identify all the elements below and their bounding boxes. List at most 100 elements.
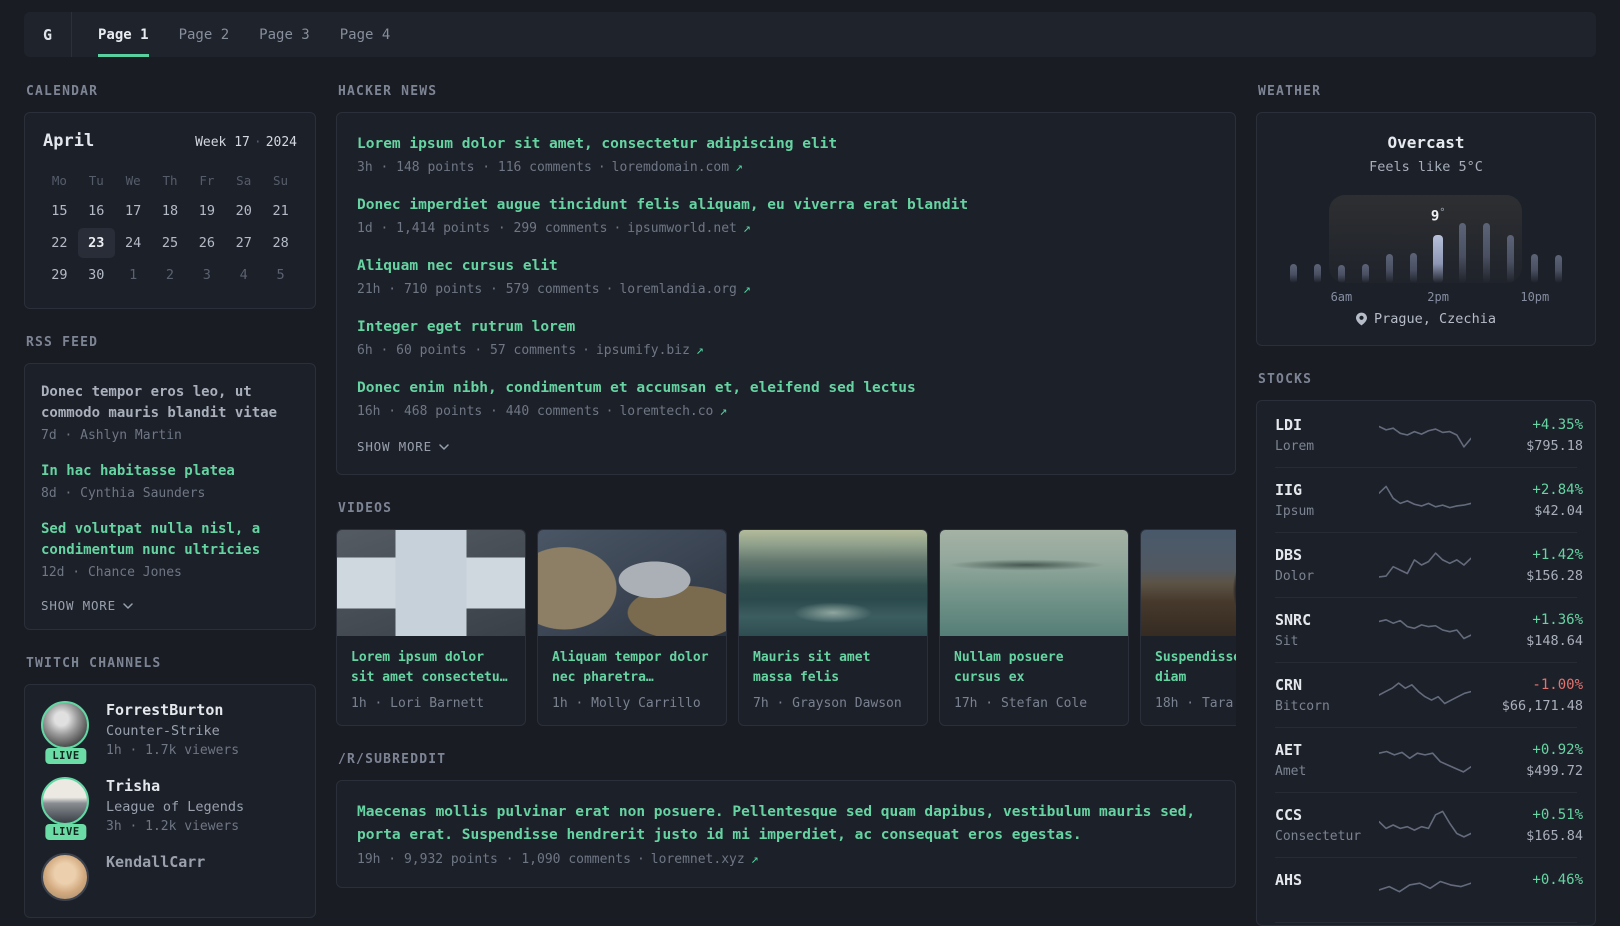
twitch-channel-viewers: 3h · 1.2k viewers [106,819,240,834]
stock-row[interactable]: DBS Dolor +1.42% $156.28 [1275,533,1583,598]
hackernews-item-meta: 6h · 60 points · 57 comments · ipsumify.… [357,343,1215,358]
weather-hour-column [1402,195,1426,283]
stock-change-percent: +2.84% [1532,481,1583,498]
avatar [41,853,89,901]
video-title[interactable]: Suspendisse posuere diam [1155,648,1236,688]
hackernews-item-domain[interactable]: ipsumworld.net [627,221,737,236]
nav-tab[interactable]: Page 3 [259,12,310,57]
video-title[interactable]: Aliquam tempor dolor nec pharetra… [552,648,712,688]
location-pin-icon [1356,312,1368,326]
stock-name: Bitcorn [1275,699,1330,714]
video-card[interactable]: Mauris sit amet massa felis 7h · Grayson… [738,529,928,726]
reddit-post-stats: 19h · 9,932 points · 1,090 comments [357,852,631,867]
hackernews-item-title[interactable]: Donec enim nibh, condimentum et accumsan… [357,377,1215,399]
stock-values: +1.36% $148.64 [1471,612,1583,649]
weather-temp-bar [1362,264,1370,283]
weather-temp-label: 9° [1430,207,1446,225]
reddit-post-title[interactable]: Maecenas mollis pulvinar erat non posuer… [357,801,1215,847]
stock-name: Sit [1275,634,1299,649]
hackernews-item-meta: 3h · 148 points · 116 comments · loremdo… [357,160,1215,175]
video-card[interactable]: Aliquam tempor dolor nec pharetra… 1h · … [537,529,727,726]
calendar-year: 2024 [265,135,297,150]
stock-price: $165.84 [1526,827,1583,844]
hackernews-item-title[interactable]: Aliquam nec cursus elit [357,255,1215,277]
stock-symbol: AET [1275,741,1303,759]
degree-symbol: ° [1439,207,1446,219]
weather-temp-bar [1289,264,1297,283]
separator-dot: · [636,852,645,867]
reddit-header: /R/SUBREDDIT [338,752,447,767]
hackernews-item: Aliquam nec cursus elit 21h · 710 points… [357,255,1215,297]
hackernews-item-domain[interactable]: loremdomain.com [612,160,729,175]
stock-row[interactable]: CCS Consectetur +0.51% $165.84 [1275,793,1583,858]
reddit-post-meta: 19h · 9,932 points · 1,090 comments · lo… [357,852,1215,867]
hackernews-widget: HACKER NEWS Lorem ipsum dolor sit amet, … [336,84,1236,475]
video-card[interactable]: Lorem ipsum dolor sit amet consectetu… 1… [336,529,526,726]
reddit-post-domain[interactable]: loremnet.xyz [651,852,745,867]
stock-name: Dolor [1275,569,1315,584]
stock-row[interactable]: CRN Bitcorn -1.00% $66,171.48 [1275,663,1583,728]
weather-widget: WEATHER Overcast Feels like 5°C 6am 9° 2… [1256,84,1596,346]
stock-sparkline-chart [1379,483,1471,517]
separator-dot: · [253,135,262,150]
twitch-channel-row[interactable]: LIVE KendallCarr [41,853,299,901]
external-link-icon: ↗ [750,852,759,867]
stock-row[interactable]: SNRC Sit +1.36% $148.64 [1275,598,1583,663]
stock-values: -1.00% $66,171.48 [1471,677,1583,714]
app-logo[interactable]: G [24,12,72,57]
stock-id: CCS Consectetur [1275,806,1379,844]
layout-columns: CALENDAR April Week 17 · 2024 Mo Tu We T… [24,84,1596,926]
stock-row[interactable]: LDI Lorem +4.35% $795.18 [1275,403,1583,468]
video-title[interactable]: Lorem ipsum dolor sit amet consectetu… [351,648,511,688]
video-card[interactable]: Nullam posuere cursus ex 17h · Stefan Co… [939,529,1129,726]
weather-temp-bar [1482,223,1490,283]
rss-item: Donec tempor eros leo, ut commodo mauris… [41,382,299,443]
nav-tab[interactable]: Page 2 [179,12,230,57]
twitch-channel-name[interactable]: KendallCarr [106,853,205,871]
rss-item-title[interactable]: Donec tempor eros leo, ut commodo mauris… [41,382,299,424]
stock-sparkline-chart [1379,678,1471,712]
rss-item: Sed volutpat nulla nisl, a condimentum n… [41,519,299,580]
external-link-icon: ↗ [695,343,704,358]
nav-tab[interactable]: Page 4 [340,12,391,57]
calendar-week: Week 17 [195,135,250,150]
stock-row[interactable]: AET Amet +0.92% $499.72 [1275,728,1583,793]
rss-item-title[interactable]: Sed volutpat nulla nisl, a condimentum n… [41,519,299,561]
hackernews-item-domain[interactable]: ipsumify.biz [596,343,690,358]
hackernews-item-title[interactable]: Lorem ipsum dolor sit amet, consectetur … [357,133,1215,155]
stock-change-percent: +1.42% [1532,546,1583,563]
calendar-header: CALENDAR [26,84,99,99]
video-card-body: Lorem ipsum dolor sit amet consectetu… 1… [337,636,525,725]
stock-symbol: CRN [1275,676,1303,694]
weather-temp-bar [1507,235,1515,283]
external-link-icon: ↗ [742,282,751,297]
hackernews-item-title[interactable]: Integer eget rutrum lorem [357,316,1215,338]
twitch-channel-info: ForrestBurton Counter-Strike 1h · 1.7k v… [106,701,239,758]
rss-show-more-button[interactable]: SHOW MORE [41,598,299,613]
top-nav: G Page 1 Page 2 Page 3 Page 4 [24,12,1596,57]
weather-hour-column: 6am [1329,195,1353,304]
rss-item-title[interactable]: In hac habitasse platea [41,461,299,482]
twitch-channel-row[interactable]: LIVE Trisha League of Legends 3h · 1.2k … [41,777,299,840]
stock-row[interactable]: IIG Ipsum +2.84% $42.04 [1275,468,1583,533]
stock-row[interactable]: AHS +0.46% [1275,858,1583,923]
hackernews-item-domain[interactable]: loremtech.co [619,404,713,419]
separator-dot: · [597,160,606,175]
stock-name: Lorem [1275,439,1315,454]
twitch-channel-row[interactable]: LIVE ForrestBurton Counter-Strike 1h · 1… [41,701,299,764]
nav-tab[interactable]: Page 1 [98,12,149,57]
hackernews-item-title[interactable]: Donec imperdiet augue tincidunt felis al… [357,194,1215,216]
hackernews-item-domain[interactable]: loremlandia.org [619,282,736,297]
video-meta: 1h · Lori Barnett [351,696,485,711]
calendar-dow: Sa [236,173,252,188]
twitch-channel-name[interactable]: Trisha [106,777,244,795]
stock-sparkline-chart [1379,613,1471,647]
hackernews-show-more-button[interactable]: SHOW MORE [357,439,1215,454]
twitch-channel-name[interactable]: ForrestBurton [106,701,239,719]
video-title[interactable]: Mauris sit amet massa felis [753,648,913,688]
video-title[interactable]: Nullam posuere cursus ex [954,648,1114,688]
hackernews-item: Donec enim nibh, condimentum et accumsan… [357,377,1215,419]
weather-hour-column [1305,195,1329,283]
video-card[interactable]: Suspendisse posuere diam 18h · Tara [1140,529,1236,726]
calendar-card: April Week 17 · 2024 Mo Tu We Th Fr Sa S… [24,112,316,309]
